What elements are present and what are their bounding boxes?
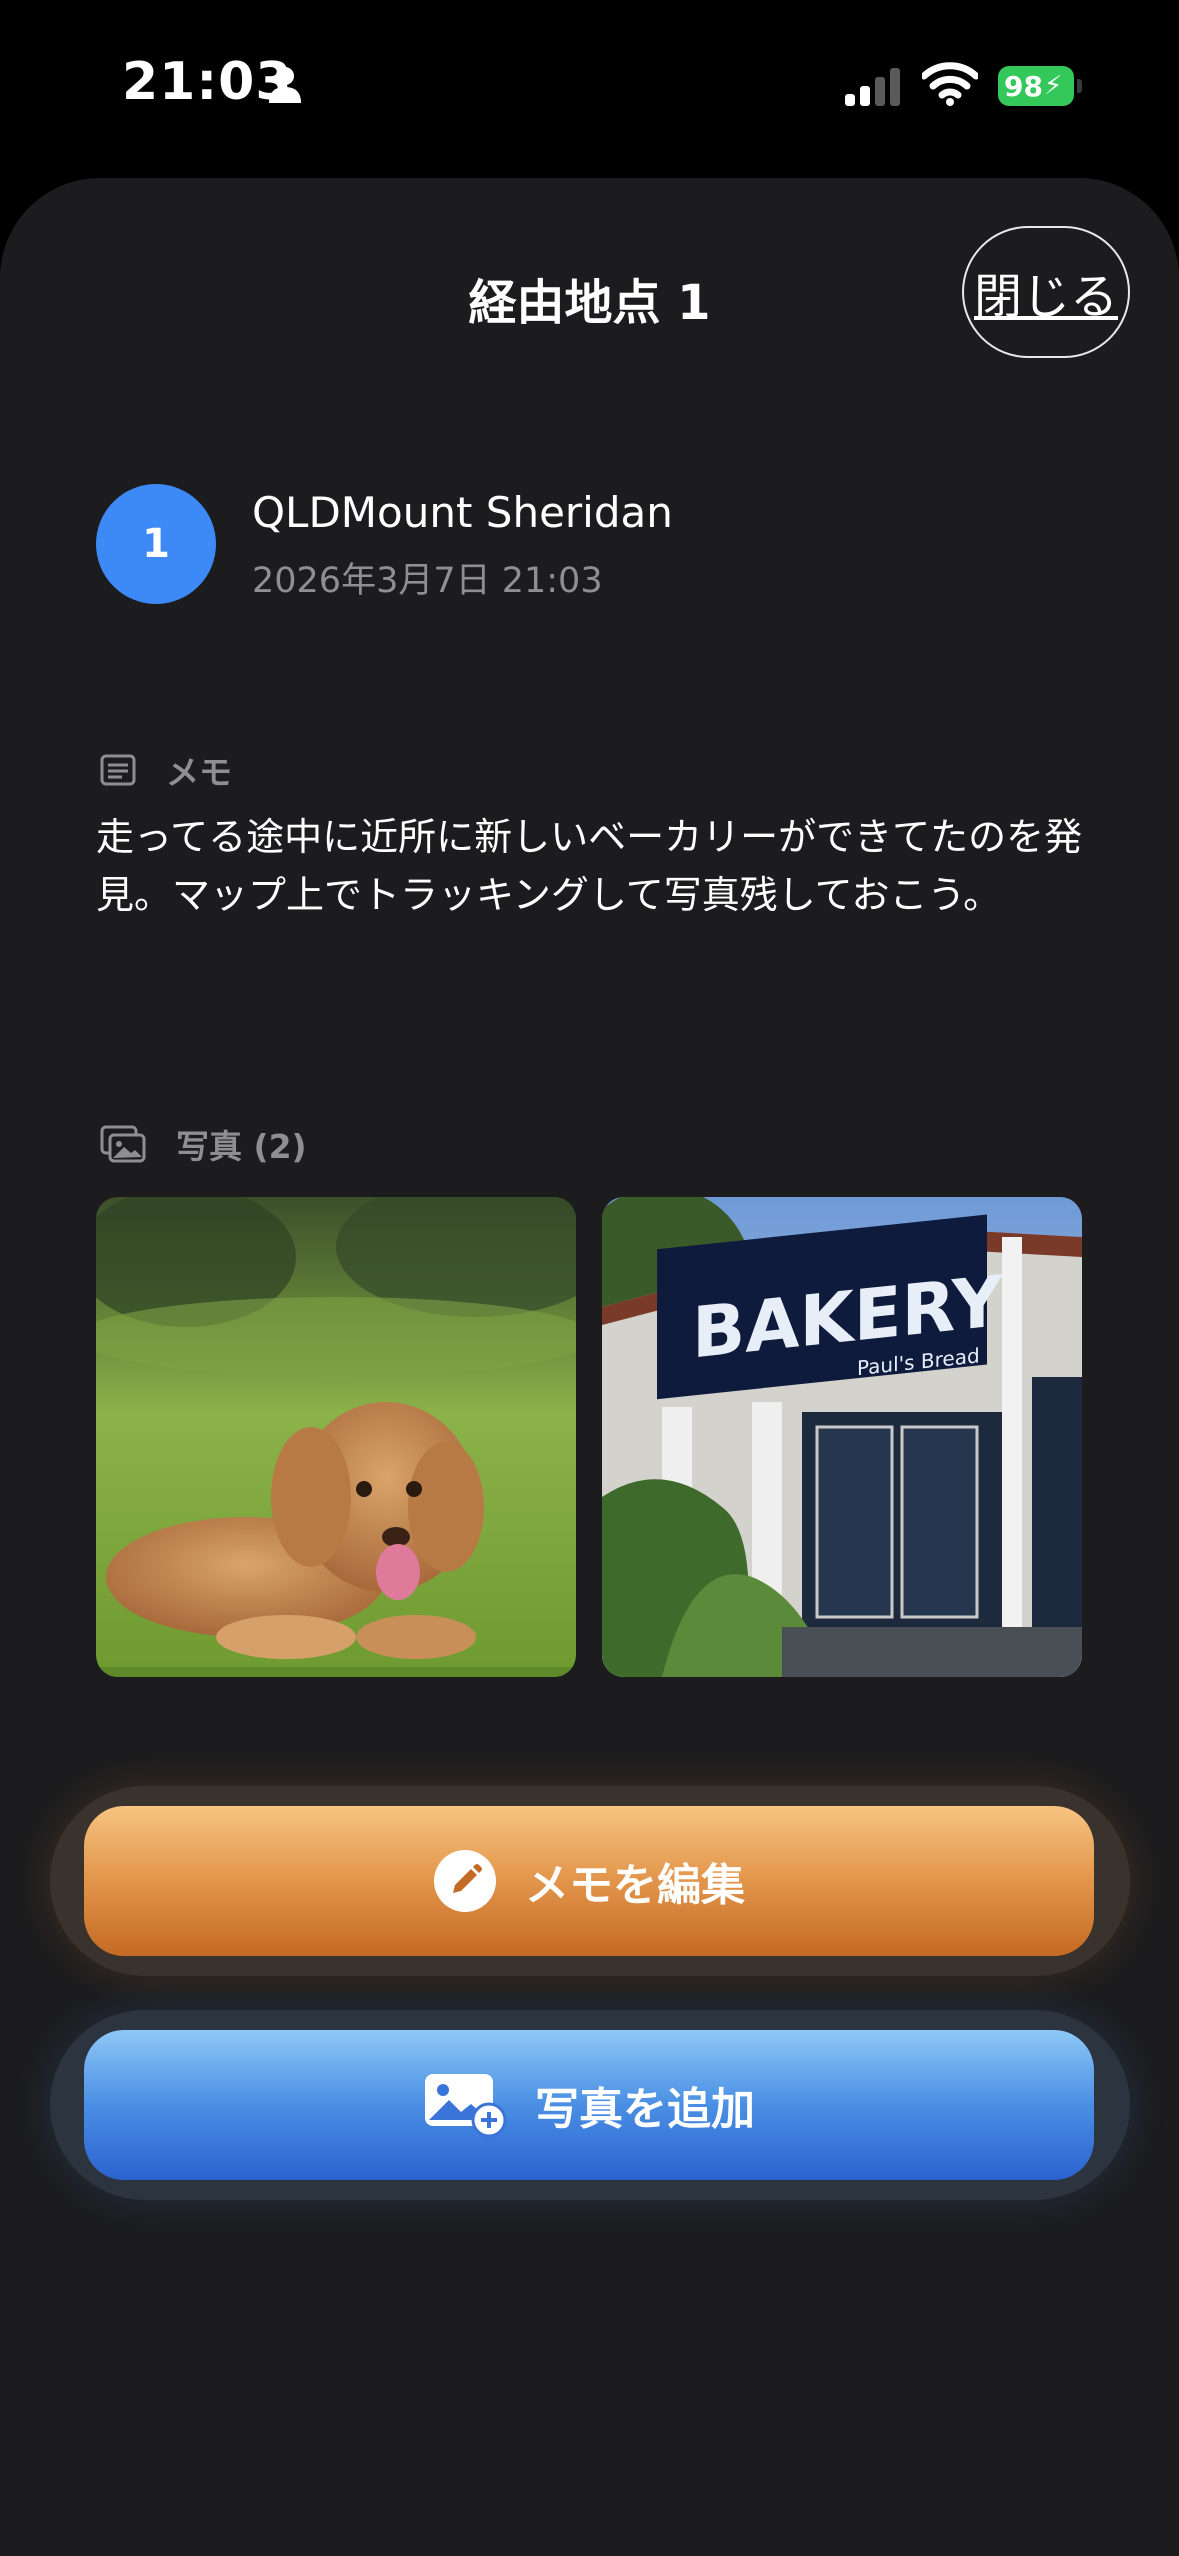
place-datetime: 2026年3月7日 21:03 [252,561,603,601]
person-icon [268,66,302,108]
add-photo-label: 写真を追加 [535,2084,755,2135]
waypoint-number-badge: 1 [96,484,216,604]
memo-text: 走ってる途中に近所に新しいベーカリーができてたのを発見。マップ上でトラッキングし… [96,815,1083,917]
status-bar: 21:03 98 ⚡ [0,0,1179,170]
bolt-icon: ⚡ [1043,71,1063,101]
edit-memo-label: メモを編集 [525,1860,745,1911]
add-photo-button[interactable]: 写真を追加 [84,2030,1094,2180]
status-time: 21:03 [122,52,293,112]
add-photo-button-frame: 写真を追加 [50,2010,1130,2200]
add-photo-icon [423,2072,507,2138]
bakery-photo[interactable]: BAKERY Paul's Bread [602,1197,1082,1677]
memo-section-header: メモ [100,746,232,794]
edit-memo-button[interactable]: メモを編集 [84,1806,1094,1956]
battery-charging-icon: 98 ⚡ [998,66,1074,106]
pencil-icon [433,1849,497,1913]
place-name: QLDMount Sheridan [252,488,673,537]
edit-memo-button-frame: メモを編集 [50,1786,1130,1976]
waypoint-sheet: 経由地点 1 閉じる 1 QLDMount Sheridan 2026年3月7日… [0,178,1179,2556]
photo-stack-icon [100,1125,146,1163]
photos-section-header: 写真 (2) [100,1120,307,1168]
battery-nub [1077,79,1082,93]
wifi-icon [920,62,980,110]
dog-photo[interactable] [96,1197,576,1677]
close-button[interactable]: 閉じる [962,226,1130,358]
photos-label: 写真 (2) [176,1127,307,1166]
signal-icon [845,68,903,110]
memo-label: メモ [166,753,232,792]
battery-level: 98 [1004,69,1043,103]
note-icon [100,754,136,786]
